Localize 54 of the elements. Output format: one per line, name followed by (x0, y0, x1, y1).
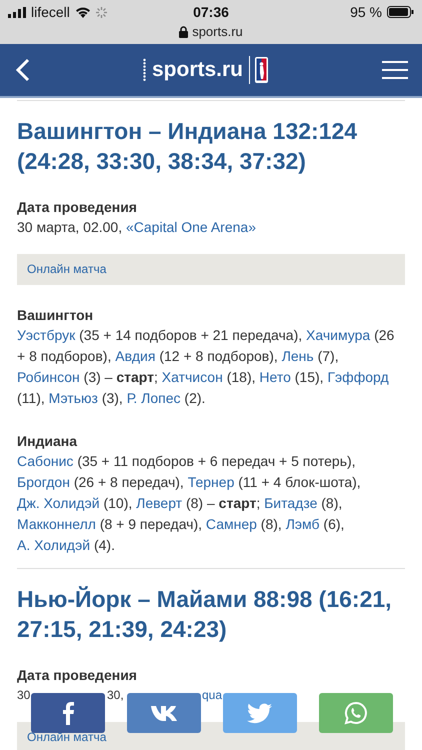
date-label: Дата проведения (17, 198, 138, 217)
player-link[interactable]: Уэстбрук (17, 327, 76, 343)
match-date: 30 марта, 02.00, «Capital One Arena» (17, 218, 257, 237)
player-link[interactable]: Сабонис (17, 453, 74, 469)
carrier-name: lifecell (31, 4, 70, 20)
player-link[interactable]: Лэмб (286, 516, 320, 532)
player-list: Уэстбрук (35 + 14 подборов + 21 передача), Хачимура (26 + 8 подборов), Авдия (12 + 8 подборов), Лень (7), Робинсон (3) – старт; Хатчисон (18), Нето (15), Гэффорд (11), Мэтьюз (3), Р. Лопес (2). (17, 325, 405, 409)
player-link[interactable]: Макконнелл (17, 516, 96, 532)
whatsapp-icon (344, 701, 368, 725)
lock-icon (179, 26, 188, 38)
back-icon[interactable] (16, 58, 30, 82)
league-logo-icon (249, 56, 269, 84)
facebook-icon (62, 701, 74, 725)
signal-icon (8, 6, 26, 18)
site-logo[interactable]: sports.ru (152, 58, 243, 82)
player-link[interactable]: Нето (259, 369, 291, 385)
venue-link[interactable]: «Capital One Arena» (126, 219, 256, 235)
player-link[interactable]: Тернер (188, 474, 234, 490)
player-link[interactable]: Леверт (136, 495, 182, 511)
team-name: Вашингтон (17, 306, 94, 325)
online-link[interactable]: Онлайн матча (17, 254, 405, 285)
player-link[interactable]: Лень (282, 348, 314, 364)
player-link[interactable]: Брогдон (17, 474, 70, 490)
vk-icon (150, 704, 178, 722)
match-title: Нью-Йорк – Майами 88:98 (16:21, 27:15, 21:39, 24:23) (17, 585, 393, 644)
page-url: sports.ru (192, 24, 243, 39)
team-name: Индиана (17, 432, 78, 451)
player-link[interactable]: Гэффорд (327, 369, 389, 385)
match-date: 30 (17, 687, 30, 704)
battery-icon (387, 6, 414, 18)
player-link[interactable]: Мэтьюз (48, 390, 98, 406)
bird-icon (247, 702, 273, 724)
battery-percent: 95 % (350, 4, 382, 20)
wifi-icon (74, 6, 91, 18)
share-button[interactable] (31, 693, 105, 733)
match-date: 30, (107, 687, 124, 704)
date-label: Дата проведения (17, 666, 138, 685)
player-link[interactable]: Робинсон (17, 369, 80, 385)
share-button[interactable] (127, 693, 201, 733)
player-link[interactable]: Битадзе (264, 495, 318, 511)
player-link[interactable]: Авдия (115, 348, 156, 364)
player-link[interactable]: Р. Лопес (126, 390, 181, 406)
match-title: Вашингтон – Индиана 132:124 (24:28, 33:30, 38:34, 37:32) (17, 117, 358, 176)
dots-icon (142, 58, 146, 82)
player-list: Сабонис (35 + 11 подборов + 6 передач + 5 потерь), Брогдон (26 + 8 передач), Тернер (11 + 4 блок-шота), Дж. Холидэй (10), Леверт (8) – старт; Битадзе (8), Макконнелл (8 + 9 передач), Самнер (8), Лэмб (6), А. Холидэй (4). (17, 451, 405, 556)
player-link[interactable]: Хачимура (306, 327, 370, 343)
clock-time: 07:36 (193, 4, 229, 20)
menu-icon[interactable] (382, 61, 408, 79)
player-link[interactable]: Дж. Холидэй (17, 495, 100, 511)
loading-icon (96, 6, 107, 18)
player-link[interactable]: Самнер (206, 516, 257, 532)
venue-link[interactable]: qua (202, 685, 222, 706)
player-link[interactable]: А. Холидэй (17, 537, 90, 553)
player-link[interactable]: Хатчисон (162, 369, 223, 385)
